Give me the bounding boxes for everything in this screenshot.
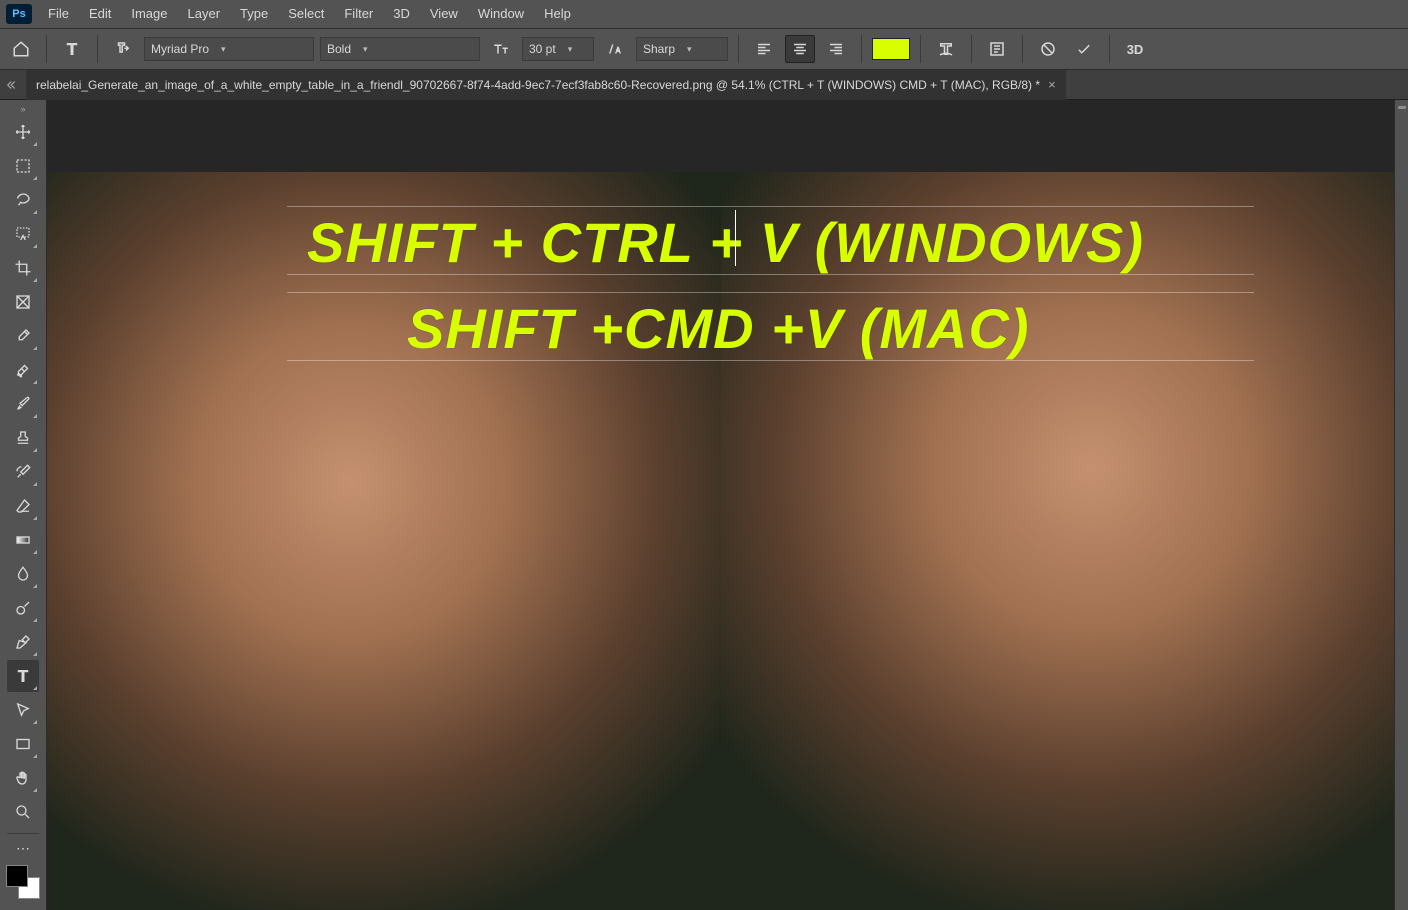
- chevron-down-icon: ▾: [687, 44, 692, 55]
- chevron-down-icon: ▾: [221, 44, 226, 55]
- menu-edit[interactable]: Edit: [79, 0, 121, 28]
- font-size-value: 30 pt: [529, 42, 556, 56]
- menu-select[interactable]: Select: [278, 0, 334, 28]
- font-weight-dropdown[interactable]: Bold ▾: [320, 37, 480, 61]
- antialias-value: Sharp: [643, 42, 675, 56]
- crop-tool[interactable]: [7, 252, 39, 284]
- antialias-dropdown[interactable]: Sharp ▾: [636, 37, 728, 61]
- character-panel-icon[interactable]: [982, 35, 1012, 63]
- right-panel-gutter[interactable]: [1394, 100, 1408, 910]
- menu-file[interactable]: File: [38, 0, 79, 28]
- main-area: » ⋯: [0, 100, 1408, 910]
- gradient-tool[interactable]: [7, 524, 39, 556]
- canvas-text-line-1[interactable]: SHIFT + CTRL + V (WINDOWS): [307, 210, 1144, 275]
- menu-layer[interactable]: Layer: [178, 0, 231, 28]
- menu-window[interactable]: Window: [468, 0, 534, 28]
- menu-filter[interactable]: Filter: [334, 0, 383, 28]
- eyedropper-tool[interactable]: [7, 320, 39, 352]
- menu-bar: Ps File Edit Image Layer Type Select Fil…: [0, 0, 1408, 28]
- document-tab-title: relabelai_Generate_an_image_of_a_white_e…: [36, 78, 1040, 92]
- menu-image[interactable]: Image: [121, 0, 177, 28]
- text-bound-top-2: [287, 292, 1254, 293]
- photo-right: [721, 172, 1395, 910]
- pen-tool[interactable]: [7, 626, 39, 658]
- eraser-tool[interactable]: [7, 490, 39, 522]
- align-center-icon[interactable]: [785, 35, 815, 63]
- divider: [738, 35, 739, 63]
- divider: [1109, 35, 1110, 63]
- frame-tool[interactable]: [7, 286, 39, 318]
- brush-tool[interactable]: [7, 388, 39, 420]
- divider: [971, 35, 972, 63]
- canvas-viewport[interactable]: SHIFT + CTRL + V (WINDOWS) SHIFT +CMD +V…: [47, 100, 1394, 910]
- tab-scroll-icon[interactable]: [6, 78, 20, 92]
- rectangle-tool[interactable]: [7, 728, 39, 760]
- menu-help[interactable]: Help: [534, 0, 581, 28]
- text-caret: [735, 210, 736, 266]
- font-family-value: Myriad Pro: [151, 42, 209, 56]
- tools-collapse-icon[interactable]: »: [16, 104, 30, 114]
- menu-view[interactable]: View: [420, 0, 468, 28]
- text-orientation-icon[interactable]: [108, 35, 138, 63]
- text-bound-top: [287, 206, 1254, 207]
- antialias-icon: [600, 35, 630, 63]
- document-tab-bar: relabelai_Generate_an_image_of_a_white_e…: [0, 70, 1408, 100]
- warp-text-icon[interactable]: [931, 35, 961, 63]
- dodge-tool[interactable]: [7, 592, 39, 624]
- home-icon[interactable]: [6, 35, 36, 63]
- canvas-text-line-2[interactable]: SHIFT +CMD +V (MAC): [407, 296, 1030, 361]
- color-swatches[interactable]: [6, 865, 40, 899]
- options-bar: Myriad Pro ▾ Bold ▾ 30 pt ▾ Sharp ▾ 3D: [0, 28, 1408, 70]
- move-tool[interactable]: [7, 116, 39, 148]
- app-logo: Ps: [6, 4, 32, 24]
- divider: [97, 35, 98, 63]
- foreground-color-swatch[interactable]: [6, 865, 28, 887]
- divider: [46, 35, 47, 63]
- font-weight-value: Bold: [327, 42, 351, 56]
- hand-tool[interactable]: [7, 762, 39, 794]
- font-size-dropdown[interactable]: 30 pt ▾: [522, 37, 594, 61]
- edit-toolbar-icon[interactable]: ⋯: [7, 839, 39, 857]
- menu-3d[interactable]: 3D: [383, 0, 420, 28]
- path-select-tool[interactable]: [7, 694, 39, 726]
- panel-chip[interactable]: [1398, 106, 1406, 109]
- align-left-icon[interactable]: [749, 35, 779, 63]
- commit-icon[interactable]: [1069, 35, 1099, 63]
- wand-tool[interactable]: [7, 218, 39, 250]
- close-icon[interactable]: ×: [1048, 77, 1056, 92]
- canvas[interactable]: SHIFT + CTRL + V (WINDOWS) SHIFT +CMD +V…: [47, 172, 1394, 910]
- chevron-down-icon: ▾: [363, 44, 368, 55]
- divider: [861, 35, 862, 63]
- marquee-tool[interactable]: [7, 150, 39, 182]
- text-tool-indicator-icon: [57, 35, 87, 63]
- text-color-swatch[interactable]: [872, 38, 910, 60]
- history-brush-tool[interactable]: [7, 456, 39, 488]
- divider: [920, 35, 921, 63]
- align-right-icon[interactable]: [821, 35, 851, 63]
- document-tab[interactable]: relabelai_Generate_an_image_of_a_white_e…: [26, 70, 1066, 100]
- tools-panel: » ⋯: [0, 100, 47, 910]
- menu-type[interactable]: Type: [230, 0, 278, 28]
- lasso-tool[interactable]: [7, 184, 39, 216]
- chevron-down-icon: ▾: [568, 44, 573, 55]
- font-family-dropdown[interactable]: Myriad Pro ▾: [144, 37, 314, 61]
- type-tool[interactable]: [7, 660, 39, 692]
- photo-left: [47, 172, 721, 910]
- blur-tool[interactable]: [7, 558, 39, 590]
- stamp-tool[interactable]: [7, 422, 39, 454]
- threeD-button[interactable]: 3D: [1120, 35, 1150, 63]
- tool-separator: [7, 833, 39, 834]
- heal-tool[interactable]: [7, 354, 39, 386]
- cancel-icon[interactable]: [1033, 35, 1063, 63]
- divider: [1022, 35, 1023, 63]
- font-size-icon: [486, 35, 516, 63]
- zoom-tool[interactable]: [7, 796, 39, 828]
